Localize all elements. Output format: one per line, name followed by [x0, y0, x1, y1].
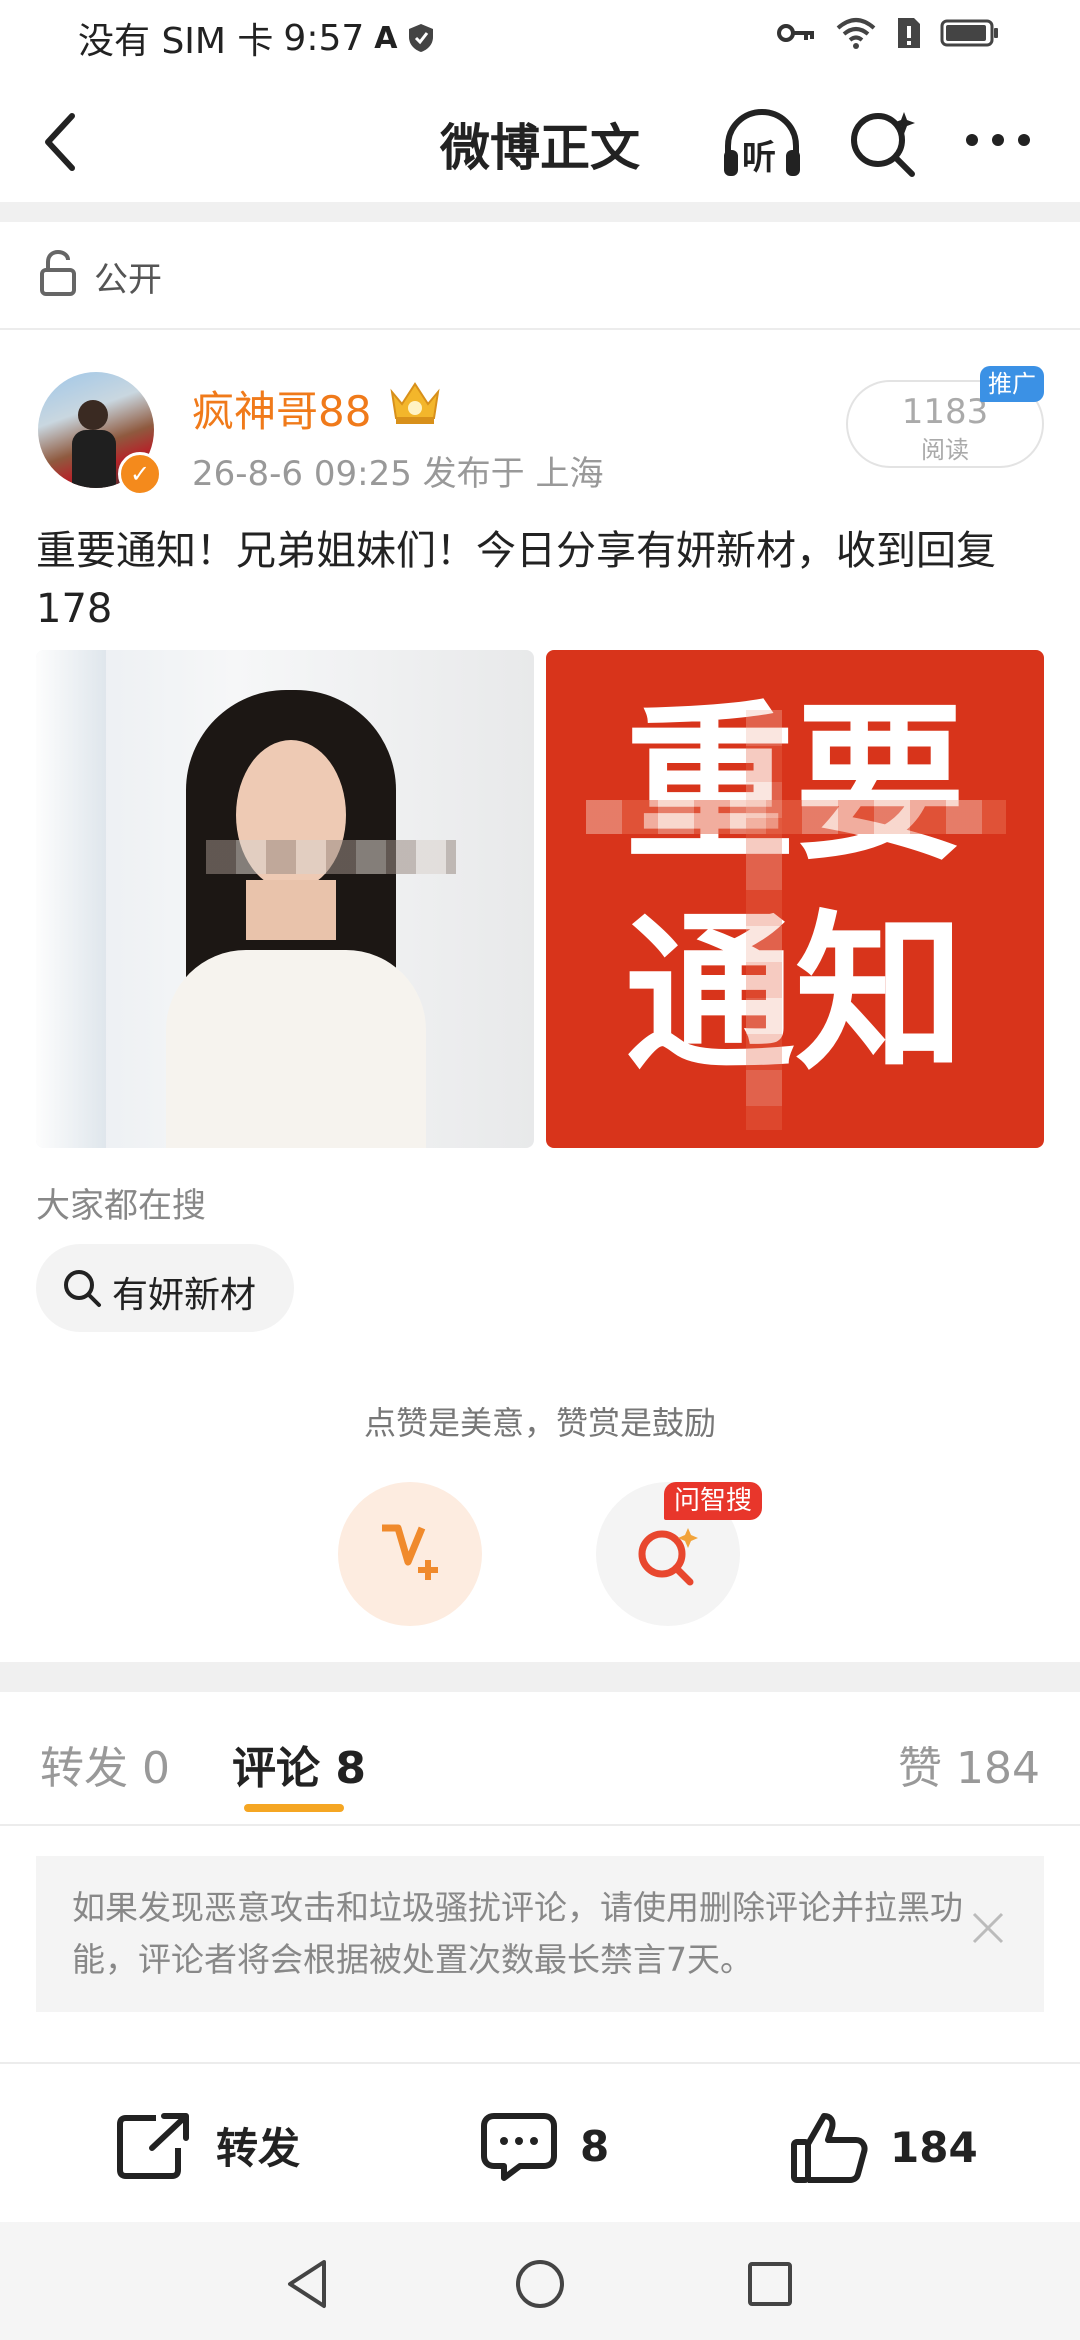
notice-text: 如果发现恶意攻击和垃圾骚扰评论，请使用删除评论并拉黑功能，评论者将会根据被处置次…: [72, 1888, 963, 1979]
like-count: 184: [890, 2122, 978, 2172]
ai-search-icon: [638, 1528, 698, 1586]
search-icon: [64, 1270, 101, 1307]
comment-button[interactable]: 8: [480, 2110, 609, 2182]
crown-icon: [390, 382, 440, 424]
listen-button[interactable]: 听: [720, 106, 804, 182]
status-right: [776, 16, 1000, 50]
trending-search-label: 大家都在搜: [36, 1186, 206, 1226]
repost-label: 转发: [216, 2123, 301, 2173]
comment-icon: [481, 2113, 557, 2181]
clock-text: 9:57: [283, 17, 365, 59]
post-image-woman[interactable]: [36, 650, 534, 1148]
status-left: 没有 SIM 卡 9:57 A: [78, 12, 435, 64]
visibility-label: 公开: [94, 260, 162, 300]
share-icon: [117, 2113, 189, 2179]
reward-v-icon: [382, 1524, 438, 1580]
interaction-tabs: 转发 0 评论 8 赞 184: [0, 1692, 1080, 1826]
nav-back-icon[interactable]: [284, 2258, 330, 2310]
tab-like[interactable]: 赞 184: [898, 1732, 1040, 1796]
bottom-action-bar: 转发 8 184: [0, 2062, 1080, 2224]
nav-home-icon[interactable]: [514, 2258, 566, 2310]
ad-tag: 推广: [980, 366, 1044, 402]
wifi-icon: [836, 18, 876, 49]
section-divider-2: [0, 1662, 1080, 1692]
more-options-icon[interactable]: [964, 132, 1032, 148]
reward-button[interactable]: [338, 1482, 482, 1626]
sim-alert-icon: [898, 18, 920, 48]
system-navigation-bar: [0, 2222, 1080, 2340]
search-sparkle-icon[interactable]: [848, 108, 918, 178]
back-arrow-icon[interactable]: [40, 110, 80, 174]
verified-badge-icon: ✓: [118, 452, 162, 496]
reward-tip: 点赞是美意，赞赏是鼓励: [363, 1404, 716, 1442]
tab-comment[interactable]: 评论 8: [232, 1732, 366, 1796]
nav-recents-icon[interactable]: [746, 2260, 794, 2308]
image-text-line2: 通知: [624, 896, 965, 1094]
thumbs-up-icon: [791, 2113, 868, 2183]
section-divider: [0, 202, 1080, 222]
comment-count: 8: [580, 2121, 610, 2171]
post-image-notice[interactable]: 重要 通知: [546, 650, 1044, 1148]
post-text[interactable]: 重要通知！兄弟姐妹们！今日分享有妍新材，收到回复178: [36, 522, 1046, 638]
search-chip[interactable]: 有妍新材: [36, 1244, 294, 1332]
key-icon: [777, 24, 814, 42]
like-button[interactable]: 184: [790, 2110, 978, 2184]
repost-button[interactable]: 转发: [116, 2110, 300, 2180]
listen-label: 听: [742, 138, 776, 178]
shield-icon: [409, 24, 434, 52]
ai-search-tag: 问智搜: [664, 1482, 763, 1520]
status-bar: 没有 SIM 卡 9:57 A: [0, 0, 1080, 70]
visibility-row: 公开: [0, 222, 1080, 330]
page-title: 微博正文: [440, 119, 640, 177]
author-name[interactable]: 疯神哥88: [192, 378, 371, 439]
tab-repost[interactable]: 转发 0: [40, 1732, 170, 1796]
a-icon: A: [374, 20, 398, 56]
image-text-line1: 重要: [624, 686, 965, 884]
unlock-icon: [40, 250, 76, 296]
post-meta: 26-8-6 09:25 发布于 上海: [192, 454, 604, 494]
close-icon[interactable]: [968, 1908, 1008, 1948]
comment-notice: 如果发现恶意攻击和垃圾骚扰评论，请使用删除评论并拉黑功能，评论者将会根据被处置次…: [36, 1856, 1044, 2012]
top-navbar: 微博正文 听: [0, 82, 1080, 202]
battery-icon: [940, 19, 998, 47]
search-chip-text: 有妍新材: [112, 1275, 257, 1316]
carrier-text: 没有 SIM 卡: [78, 21, 274, 62]
read-label: 阅读: [921, 436, 969, 464]
active-tab-indicator: [244, 1804, 344, 1812]
